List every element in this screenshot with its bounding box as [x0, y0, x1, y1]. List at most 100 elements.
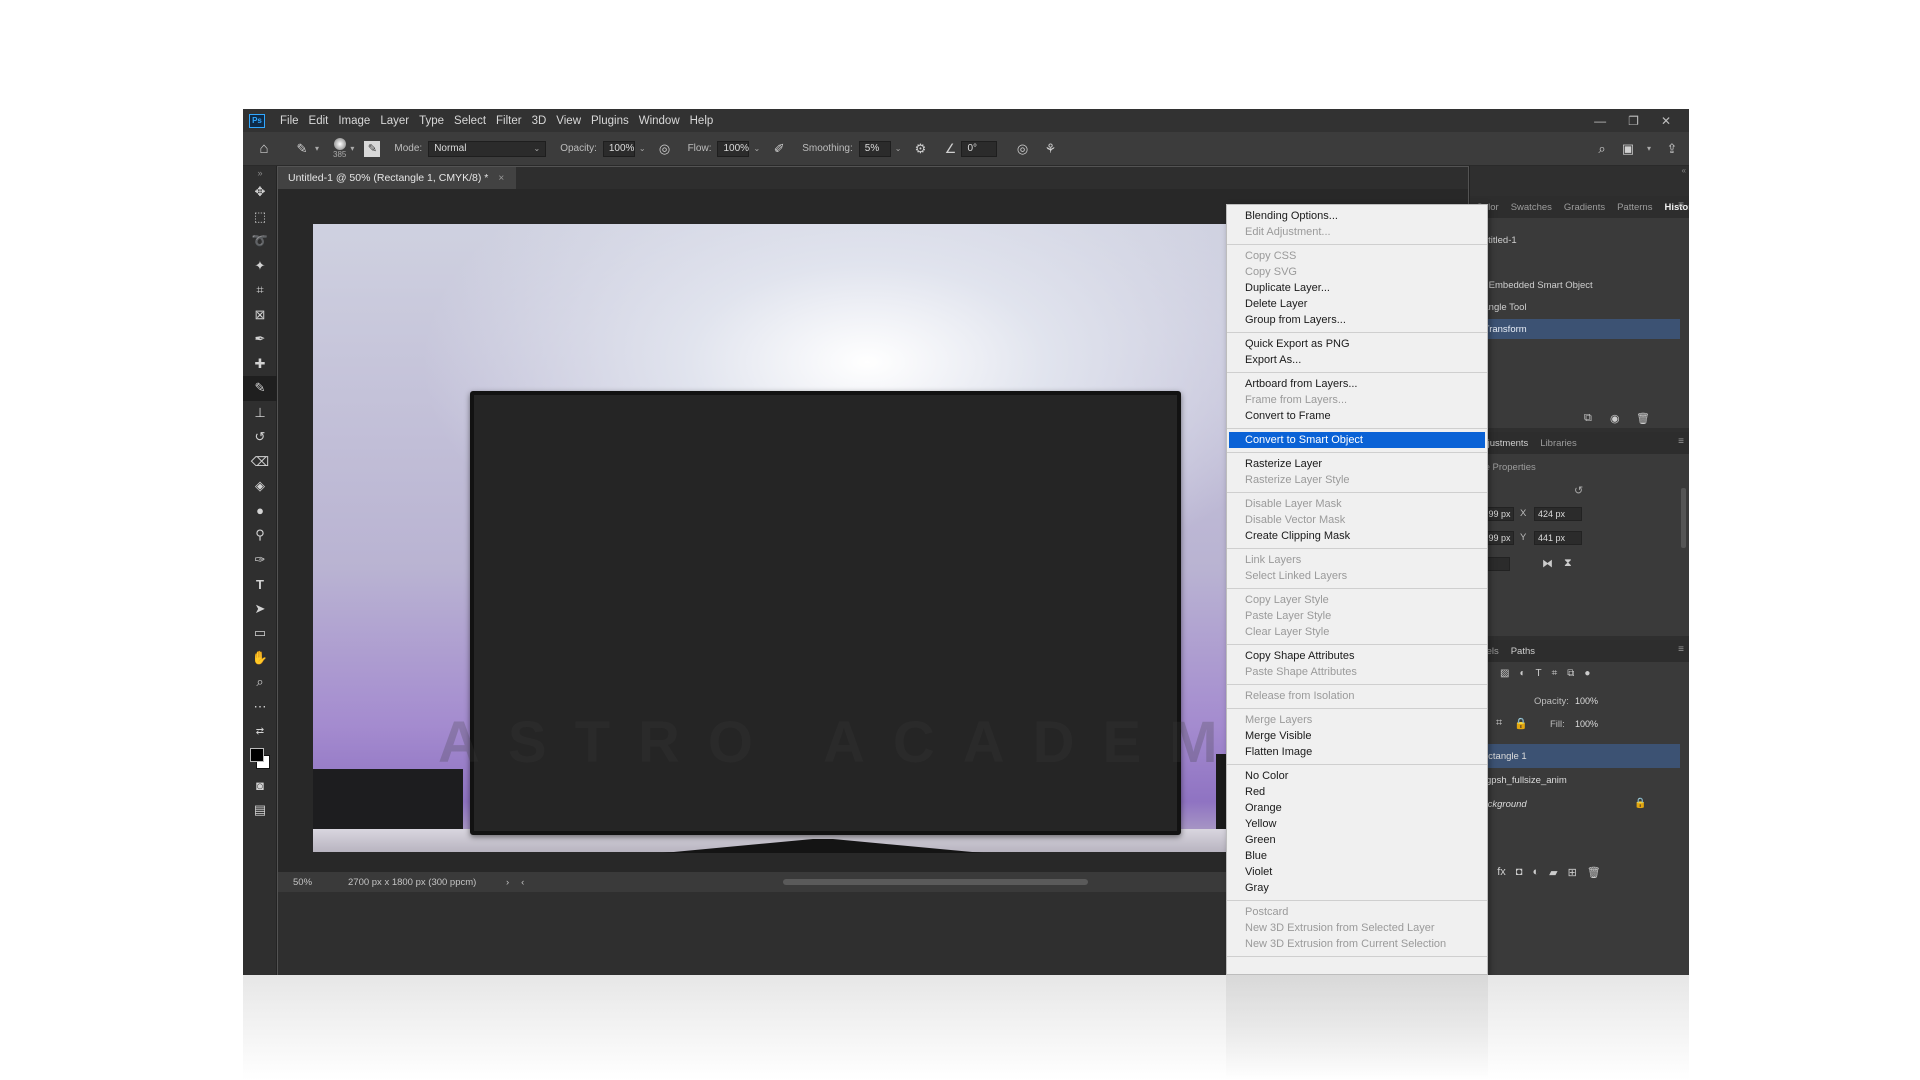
move-tool-icon[interactable]: ✥: [243, 180, 277, 205]
brush-tool-preset-icon[interactable]: ✎: [293, 140, 311, 158]
menu-item-no-color[interactable]: No Color: [1227, 768, 1487, 784]
flip-vertical-icon[interactable]: ⧗: [1564, 557, 1572, 570]
y-field[interactable]: 441 px: [1534, 531, 1582, 545]
menu-item-yellow[interactable]: Yellow: [1227, 816, 1487, 832]
dodge-tool-icon[interactable]: ⚲: [243, 523, 277, 548]
history-row[interactable]: y: [1470, 253, 1680, 273]
reset-icon[interactable]: ↺: [1574, 484, 1583, 497]
history-row[interactable]: Untitled-1: [1470, 230, 1680, 250]
menu-help[interactable]: Help: [685, 115, 719, 127]
tab-history[interactable]: History: [1658, 202, 1689, 213]
document-tab[interactable]: Untitled-1 @ 50% (Rectangle 1, CMYK/8) *…: [278, 167, 517, 189]
menu-select[interactable]: Select: [449, 115, 491, 127]
menu-edit[interactable]: Edit: [304, 115, 334, 127]
tab-paths[interactable]: Paths: [1505, 646, 1541, 657]
menu-item-gray[interactable]: Gray: [1227, 880, 1487, 896]
share-icon[interactable]: ⇪: [1663, 140, 1681, 158]
pen-tool-icon[interactable]: ✑: [243, 548, 277, 573]
menu-image[interactable]: Image: [333, 115, 375, 127]
more-tools-icon[interactable]: ⋯: [243, 695, 277, 720]
status-chevron-left-icon[interactable]: ‹: [521, 877, 524, 888]
home-icon[interactable]: ⌂: [255, 140, 273, 158]
menu-view[interactable]: View: [551, 115, 586, 127]
menu-item-convert-to-smart-object[interactable]: Convert to Smart Object: [1229, 432, 1485, 448]
filter-smart-object-icon[interactable]: ⧉: [1567, 668, 1574, 679]
horizontal-scrollbar[interactable]: [783, 879, 1088, 885]
camera-icon[interactable]: ◉: [1610, 412, 1620, 425]
quick-mask-icon[interactable]: ◙: [243, 774, 277, 799]
tab-patterns[interactable]: Patterns: [1611, 202, 1658, 213]
pressure-size-icon[interactable]: ◎: [1013, 140, 1031, 158]
adjustment-layer-icon[interactable]: ◐: [1532, 866, 1539, 879]
swap-colors-icon[interactable]: ⇄: [243, 719, 277, 744]
menu-item-merge-visible[interactable]: Merge Visible: [1227, 728, 1487, 744]
menu-item-green[interactable]: Green: [1227, 832, 1487, 848]
tab-libraries[interactable]: Libraries: [1534, 438, 1582, 449]
layer-row[interactable]: imgpsh_fullsize_anim: [1470, 768, 1680, 792]
gear-icon[interactable]: ⚙: [911, 140, 929, 158]
filter-type-icon[interactable]: T: [1536, 668, 1542, 679]
chevron-down-icon[interactable]: ⌄: [753, 144, 760, 153]
history-row[interactable]: ce Embedded Smart Object: [1470, 275, 1680, 295]
healing-brush-tool-icon[interactable]: ✚: [243, 352, 277, 377]
minimize-button[interactable]: —: [1594, 114, 1606, 128]
eyedropper-tool-icon[interactable]: ✒: [243, 327, 277, 352]
menu-item-blue[interactable]: Blue: [1227, 848, 1487, 864]
trash-icon[interactable]: 🗑: [1636, 412, 1650, 425]
flip-horizontal-icon[interactable]: ⧓: [1542, 557, 1553, 570]
rectangle-tool-icon[interactable]: ▭: [243, 621, 277, 646]
menu-item-violet[interactable]: Violet: [1227, 864, 1487, 880]
close-tab-icon[interactable]: ×: [498, 173, 504, 184]
blur-tool-icon[interactable]: ●: [243, 499, 277, 524]
zoom-tool-icon[interactable]: ⌕: [243, 670, 277, 695]
layer-row-selected[interactable]: Rectangle 1: [1470, 744, 1680, 768]
clone-stamp-tool-icon[interactable]: ⊥: [243, 401, 277, 426]
menu-3d[interactable]: 3D: [527, 115, 552, 127]
zoom-level[interactable]: 50%: [293, 877, 348, 888]
new-group-icon[interactable]: ▰: [1549, 866, 1557, 879]
smoothing-input[interactable]: 5%: [858, 140, 891, 157]
chevron-down-icon[interactable]: ▾: [315, 144, 319, 153]
menu-type[interactable]: Type: [414, 115, 449, 127]
menu-file[interactable]: File: [275, 115, 304, 127]
frame-tool-icon[interactable]: ⊠: [243, 303, 277, 328]
filter-adjustment-icon[interactable]: ◐: [1519, 668, 1525, 679]
menu-item-orange[interactable]: Orange: [1227, 800, 1487, 816]
restore-button[interactable]: ❐: [1628, 114, 1639, 128]
menu-item-duplicate-layer[interactable]: Duplicate Layer...: [1227, 280, 1487, 296]
delete-layer-icon[interactable]: 🗑: [1587, 866, 1601, 879]
opacity-input[interactable]: 100%: [602, 140, 635, 157]
menu-item-artboard-from-layers[interactable]: Artboard from Layers...: [1227, 376, 1487, 392]
x-field[interactable]: 424 px: [1534, 507, 1582, 521]
menu-item-delete-layer[interactable]: Delete Layer: [1227, 296, 1487, 312]
tab-gradients[interactable]: Gradients: [1558, 202, 1611, 213]
tab-swatches[interactable]: Swatches: [1505, 202, 1558, 213]
crop-tool-icon[interactable]: ⌗: [243, 278, 277, 303]
menu-item-export-as[interactable]: Export As...: [1227, 352, 1487, 368]
paint-bucket-tool-icon[interactable]: ◈: [243, 474, 277, 499]
menu-item-flatten-image[interactable]: Flatten Image: [1227, 744, 1487, 760]
chevron-down-icon[interactable]: ▾: [1647, 144, 1651, 153]
brush-tool-icon[interactable]: ✎: [243, 376, 277, 401]
filter-pixel-icon[interactable]: ▨: [1500, 668, 1509, 679]
angle-input[interactable]: 0°: [961, 140, 998, 157]
lock-artboard-icon[interactable]: ⌗: [1496, 717, 1502, 730]
flow-input[interactable]: 100%: [717, 140, 750, 157]
chevron-down-icon[interactable]: ▾: [350, 144, 354, 153]
pressure-opacity-icon[interactable]: ◎: [656, 140, 674, 158]
menu-item-red[interactable]: Red: [1227, 784, 1487, 800]
panel-menu-icon[interactable]: ≡: [1678, 200, 1684, 211]
screen-mode-icon[interactable]: ▤: [243, 798, 277, 823]
workspace-icon[interactable]: ▣: [1619, 140, 1637, 158]
hand-tool-icon[interactable]: ✋: [243, 646, 277, 671]
new-layer-icon[interactable]: ⊞: [1568, 866, 1577, 879]
layer-opacity-field[interactable]: 100%: [1572, 694, 1606, 708]
new-document-from-state-icon[interactable]: ⧉: [1584, 412, 1592, 425]
brush-size-picker[interactable]: 385: [333, 138, 346, 159]
lock-all-icon[interactable]: 🔒: [1514, 717, 1528, 730]
filter-shape-icon[interactable]: ⌗: [1552, 668, 1558, 679]
fill-field[interactable]: 100%: [1572, 717, 1606, 731]
menu-item-create-clipping-mask[interactable]: Create Clipping Mask: [1227, 528, 1487, 544]
close-window-button[interactable]: ✕: [1661, 114, 1671, 128]
menu-layer[interactable]: Layer: [375, 115, 414, 127]
